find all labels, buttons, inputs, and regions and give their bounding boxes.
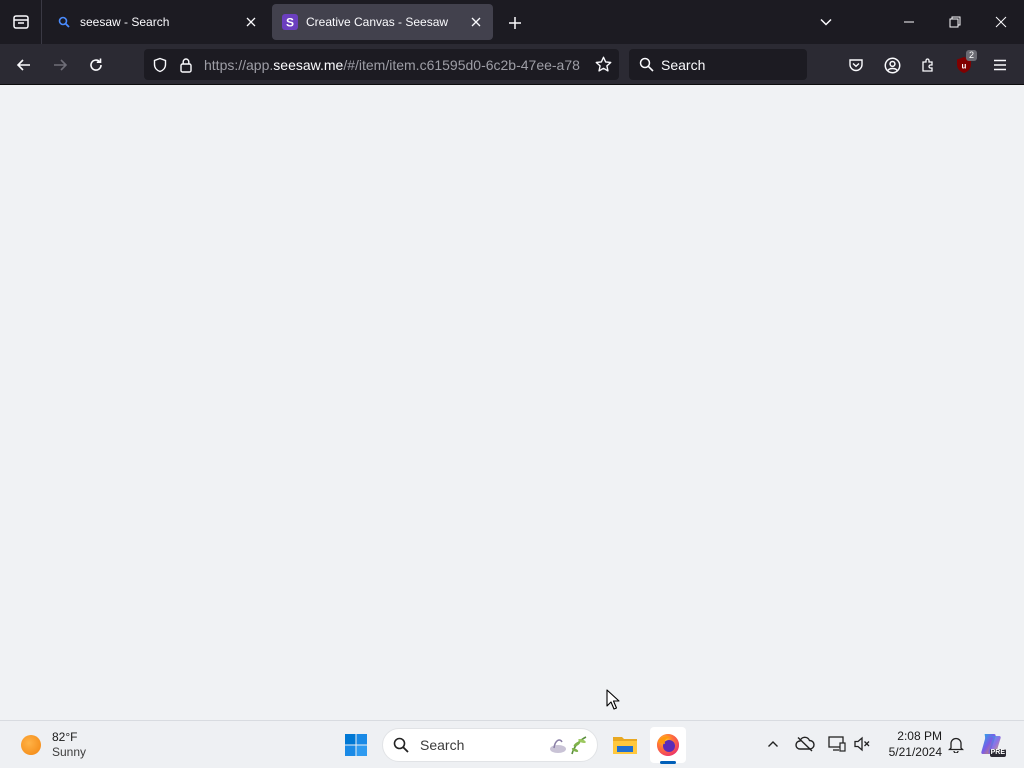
plus-icon — [509, 17, 521, 29]
minimize-button[interactable] — [886, 0, 932, 44]
firefox-view-button[interactable] — [0, 0, 42, 44]
new-tab-button[interactable] — [503, 11, 527, 35]
forward-button[interactable] — [45, 50, 75, 80]
lock-icon[interactable] — [176, 55, 196, 75]
weather-widget[interactable]: 82°F Sunny — [14, 727, 134, 763]
restore-icon — [949, 16, 961, 28]
chevron-down-icon — [820, 18, 832, 26]
copilot-pre-label: PRE — [989, 749, 1006, 757]
list-all-tabs-button[interactable] — [814, 10, 838, 34]
account-button[interactable] — [877, 50, 907, 80]
tracking-protection-shield-icon[interactable] — [150, 55, 170, 75]
sun-icon — [21, 735, 41, 755]
menu-button[interactable] — [985, 50, 1015, 80]
windows-taskbar: 82°F Sunny Search 2:08 PM 5/21/2024 PRE — [0, 720, 1024, 768]
url-text: https://app.seesaw.me/#/item/item.c61595… — [204, 57, 580, 73]
copilot-button[interactable]: PRE — [977, 729, 1007, 759]
extension-badge: 2 — [966, 50, 978, 61]
search-bar[interactable]: Search — [629, 49, 807, 80]
folder-icon — [613, 737, 637, 754]
tab-title: Creative Canvas - Seesaw — [306, 15, 449, 29]
bell-icon — [948, 737, 964, 753]
speaker-muted-icon — [854, 736, 870, 752]
pocket-icon — [849, 59, 863, 72]
pocket-button[interactable] — [841, 50, 871, 80]
url-path: /#/item/item.c61595d0-6c2b-47ee-a78 — [343, 56, 580, 73]
hamburger-menu-icon — [994, 59, 1006, 71]
firefox-taskbar-button[interactable] — [650, 727, 686, 763]
search-icon — [392, 736, 410, 754]
close-icon — [995, 16, 1007, 28]
seesaw-favicon-icon: S — [282, 14, 298, 30]
taskbar-search-placeholder: Search — [420, 737, 465, 753]
page-content-area — [0, 85, 1024, 720]
address-bar[interactable]: https://app.seesaw.me/#/item/item.c61595… — [144, 49, 619, 80]
weather-temperature: 82°F — [52, 730, 78, 744]
weather-text: 82°F Sunny — [52, 730, 86, 760]
clock-time: 2:08 PM — [897, 729, 942, 743]
start-button[interactable] — [340, 729, 372, 761]
bookmark-star-icon[interactable] — [593, 54, 613, 74]
extensions-button[interactable] — [913, 50, 943, 80]
firefox-view-icon — [12, 15, 29, 29]
search-favicon-icon — [56, 14, 72, 30]
display-tray-button[interactable] — [824, 731, 850, 757]
svg-text:S: S — [286, 16, 294, 30]
search-highlight-illustration-icon — [545, 733, 589, 757]
show-hidden-icons-button[interactable] — [760, 731, 786, 757]
close-window-button[interactable] — [978, 0, 1024, 44]
volume-tray-button[interactable] — [849, 731, 875, 757]
firefox-running-indicator — [660, 761, 676, 764]
navigation-toolbar: https://app.seesaw.me/#/item/item.c61595… — [0, 44, 1024, 85]
minimize-icon — [904, 21, 914, 23]
clock-date: 5/21/2024 — [888, 745, 942, 759]
weather-condition: Sunny — [52, 745, 87, 759]
puzzle-icon — [922, 58, 933, 72]
ublock-origin-button[interactable]: u 2 — [949, 50, 979, 80]
close-tab-icon[interactable] — [240, 11, 262, 33]
notifications-button[interactable] — [943, 731, 969, 757]
monitor-icon — [828, 736, 846, 752]
mouse-cursor-icon — [606, 689, 620, 710]
cloud-offline-icon — [795, 736, 815, 752]
arrow-left-icon — [16, 59, 30, 71]
onedrive-tray-button[interactable] — [792, 731, 818, 757]
chevron-up-icon — [768, 741, 778, 747]
firefox-icon — [657, 734, 679, 756]
reload-button[interactable] — [81, 50, 111, 80]
search-placeholder: Search — [661, 56, 706, 73]
tab-title: seesaw - Search — [80, 15, 170, 29]
system-clock[interactable]: 2:08 PM 5/21/2024 — [880, 728, 942, 762]
tab-creative-canvas[interactable]: S Creative Canvas - Seesaw — [272, 4, 493, 40]
file-explorer-taskbar-button[interactable] — [607, 727, 643, 763]
url-prefix: https://app. — [204, 56, 274, 73]
windows-logo-icon — [345, 734, 367, 756]
url-host: seesaw.me — [273, 56, 344, 73]
account-icon — [884, 57, 900, 73]
restore-button[interactable] — [932, 0, 978, 44]
tab-strip: seesaw - Search S Creative Canvas - Sees… — [0, 0, 1024, 44]
search-icon — [637, 56, 655, 74]
reload-icon — [90, 58, 102, 71]
back-button[interactable] — [9, 50, 39, 80]
taskbar-search-box[interactable]: Search — [382, 728, 598, 762]
close-tab-icon[interactable] — [465, 11, 487, 33]
arrow-right-icon — [54, 59, 68, 71]
svg-text:u: u — [962, 62, 967, 71]
tab-seesaw-search[interactable]: seesaw - Search — [46, 4, 268, 40]
